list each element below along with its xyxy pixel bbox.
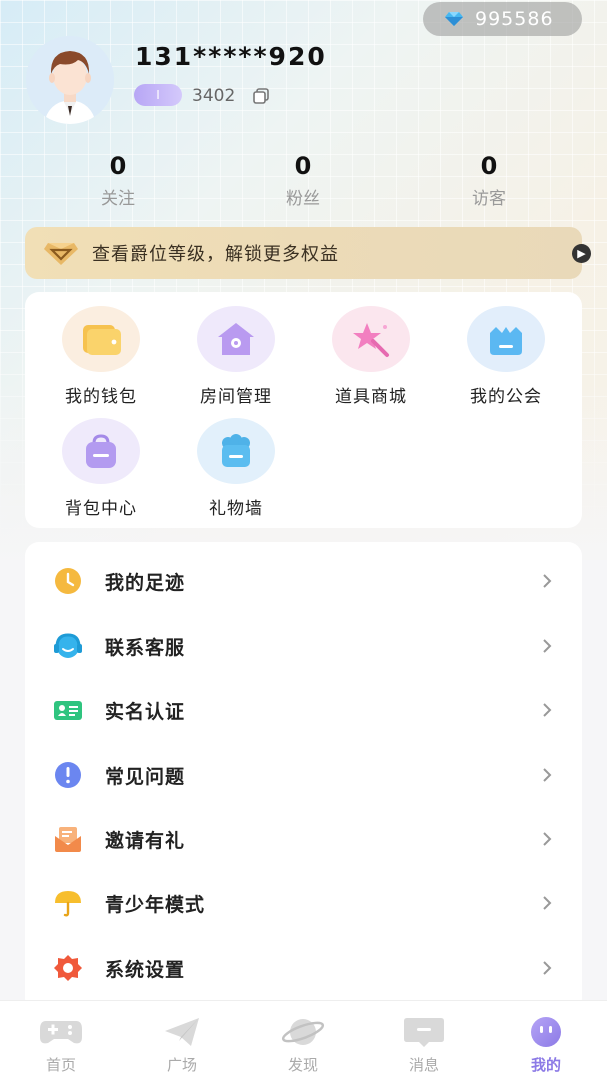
diamond-crown-icon xyxy=(44,243,78,265)
vip-banner[interactable]: 查看爵位等级，解锁更多权益 ▶ xyxy=(25,227,591,279)
menu-item-label: 常见问题 xyxy=(105,765,186,788)
gamepad-icon xyxy=(40,1021,82,1044)
stat-following[interactable]: 0 关注 xyxy=(58,150,178,209)
chevron-right-icon xyxy=(543,574,552,588)
message-icon xyxy=(404,1018,444,1047)
exclamation-icon xyxy=(55,762,81,788)
planet-icon xyxy=(281,1019,325,1045)
id-card-icon xyxy=(54,701,82,720)
paper-plane-icon xyxy=(165,1018,199,1046)
nav-mine-label: 我的 xyxy=(530,1056,561,1074)
wallet-icon xyxy=(83,325,121,355)
bottom-nav: 首页 广场 发现 消息 我的 xyxy=(0,1000,607,1080)
menu-item-youth-mode[interactable]: 青少年模式 xyxy=(25,871,582,935)
umbrella-icon xyxy=(55,891,81,917)
nav-square-label: 广场 xyxy=(166,1056,197,1074)
grid-item-wallet[interactable]: 我的钱包 xyxy=(33,306,169,407)
grid-item-label: 礼物墙 xyxy=(209,499,263,519)
nav-messages-label: 消息 xyxy=(408,1056,439,1074)
mine-icon xyxy=(531,1017,561,1047)
envelope-icon xyxy=(55,827,81,852)
stat-visitors-count: 0 xyxy=(480,152,498,180)
chevron-right-icon: ▶ xyxy=(572,244,591,263)
level-badge: I xyxy=(134,84,182,106)
gear-icon xyxy=(54,955,82,981)
room-icon xyxy=(218,323,254,355)
grid-item-backpack[interactable]: 背包中心 xyxy=(33,418,169,519)
grid-item-room[interactable]: 房间管理 xyxy=(168,306,304,407)
nav-messages[interactable]: 消息 xyxy=(374,1015,474,1075)
diamond-icon xyxy=(445,12,463,26)
diamond-balance[interactable]: 995586 xyxy=(423,2,582,36)
stat-following-count: 0 xyxy=(109,152,127,180)
grid-item-label: 我的钱包 xyxy=(65,387,137,407)
stat-visitors[interactable]: 0 访客 xyxy=(429,150,549,209)
stat-following-label: 关注 xyxy=(101,189,135,209)
grid-item-label: 背包中心 xyxy=(65,499,137,519)
nav-discover-label: 发现 xyxy=(287,1056,318,1074)
menu-item-label: 系统设置 xyxy=(105,958,186,981)
chevron-right-icon xyxy=(543,961,552,975)
chevron-right-icon xyxy=(543,703,552,717)
menu-item-settings[interactable]: 系统设置 xyxy=(25,936,582,1000)
menu-item-label: 我的足迹 xyxy=(105,571,186,594)
user-id: 3402 xyxy=(192,86,236,106)
menu-item-label: 实名认证 xyxy=(105,700,186,723)
chevron-right-icon xyxy=(543,768,552,782)
guild-icon xyxy=(490,327,522,355)
grid-item-label: 我的公会 xyxy=(470,387,542,407)
settings-menu: 我的足迹 联系客服 实名认证 常见问题 邀请有礼 青少年模式 系统设置 xyxy=(25,542,582,1012)
menu-item-label: 联系客服 xyxy=(105,636,186,659)
menu-item-footprint[interactable]: 我的足迹 xyxy=(25,549,582,613)
stat-fans[interactable]: 0 粉丝 xyxy=(243,150,363,209)
nav-home-label: 首页 xyxy=(45,1056,76,1074)
headset-icon xyxy=(54,633,82,658)
menu-item-faq[interactable]: 常见问题 xyxy=(25,743,582,807)
grid-item-guild[interactable]: 我的公会 xyxy=(438,306,574,407)
menu-item-label: 青少年模式 xyxy=(105,893,206,916)
magic-wand-icon xyxy=(353,323,389,357)
stat-visitors-label: 访客 xyxy=(472,189,506,209)
avatar[interactable] xyxy=(26,36,114,124)
menu-item-invite[interactable]: 邀请有礼 xyxy=(25,807,582,871)
grid-item-shop[interactable]: 道具商城 xyxy=(303,306,439,407)
diamond-balance-value: 995586 xyxy=(475,8,554,30)
nav-discover[interactable]: 发现 xyxy=(253,1015,353,1075)
menu-item-label: 邀请有礼 xyxy=(105,829,186,852)
nav-home[interactable]: 首页 xyxy=(11,1015,111,1075)
copy-icon[interactable] xyxy=(252,87,270,105)
chevron-right-icon xyxy=(543,832,552,846)
backpack-icon xyxy=(86,434,116,468)
vip-banner-text: 查看爵位等级，解锁更多权益 xyxy=(92,244,339,265)
stat-fans-count: 0 xyxy=(294,152,312,180)
menu-item-customer-service[interactable]: 联系客服 xyxy=(25,614,582,678)
username: 131*****920 xyxy=(135,42,327,71)
grid-item-gift-wall[interactable]: 礼物墙 xyxy=(168,418,304,519)
gift-wall-icon xyxy=(222,434,250,467)
nav-mine[interactable]: 我的 xyxy=(496,1015,596,1075)
avatar-illustration xyxy=(26,36,114,124)
feature-grid: 我的钱包 房间管理 道具商城 我的公会 背包中心 礼物墙 xyxy=(25,292,582,528)
chevron-right-icon xyxy=(543,896,552,910)
grid-item-label: 道具商城 xyxy=(335,387,407,407)
nav-square[interactable]: 广场 xyxy=(132,1015,232,1075)
clock-icon xyxy=(55,568,81,594)
grid-item-label: 房间管理 xyxy=(200,387,272,407)
stat-fans-label: 粉丝 xyxy=(286,189,320,209)
menu-item-real-name[interactable]: 实名认证 xyxy=(25,678,582,742)
chevron-right-icon xyxy=(543,639,552,653)
